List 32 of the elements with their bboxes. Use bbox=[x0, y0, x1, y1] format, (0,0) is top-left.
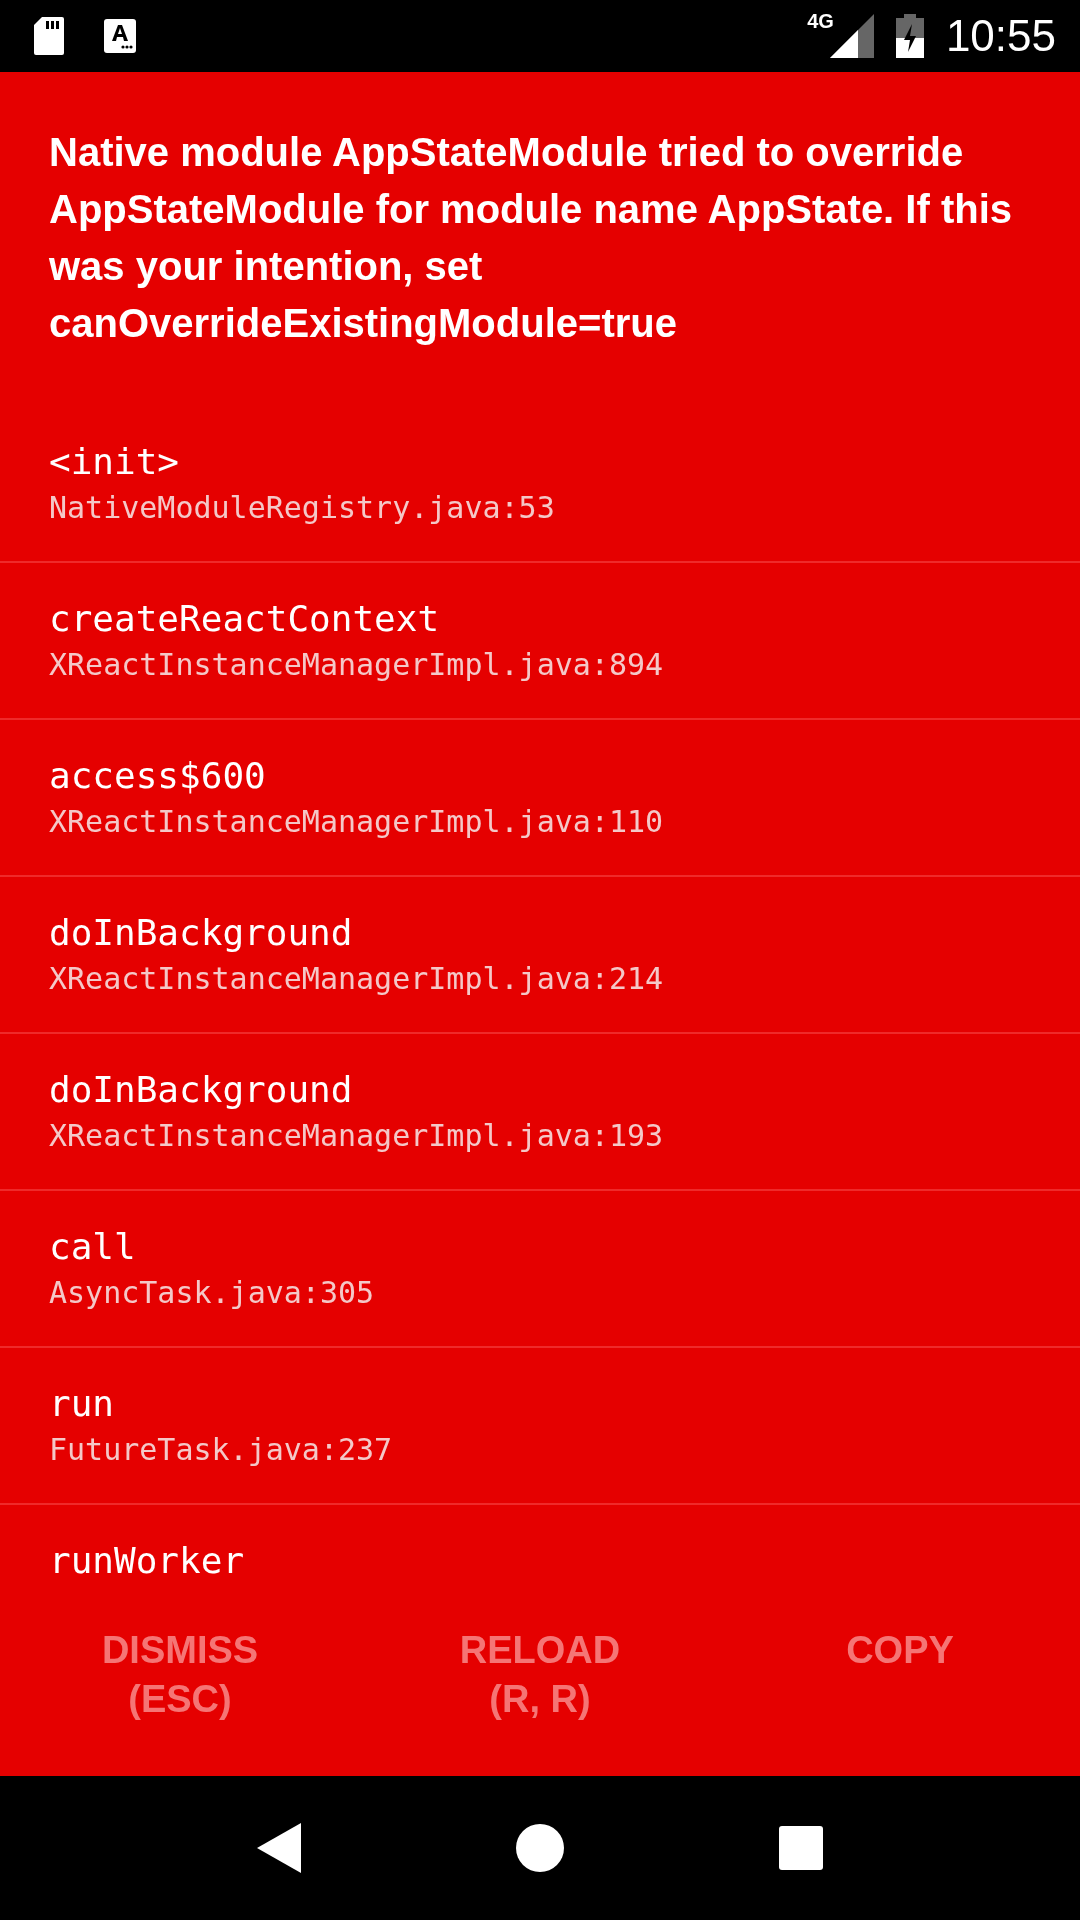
method-name: createReactContext bbox=[49, 597, 441, 641]
stack-frame[interactable]: run FutureTask.java:237 bbox=[0, 1348, 1080, 1505]
method-name: call bbox=[49, 1225, 137, 1269]
network-type: 4G bbox=[807, 10, 834, 33]
stack-frame[interactable]: <init> NativeModuleRegistry.java:53 bbox=[0, 406, 1080, 563]
error-message: Native module AppStateModule tried to override AppStateModule for module name AppState. If this was your intention, set canOverrideExistingModule=true bbox=[48, 129, 1013, 347]
recents-icon[interactable] bbox=[778, 1826, 823, 1870]
stack-frame[interactable]: access$600 XReactInstanceManagerImpl.java:110 bbox=[0, 720, 1080, 877]
stack-frame[interactable]: call AsyncTask.java:305 bbox=[0, 1191, 1080, 1348]
battery-icon bbox=[895, 14, 924, 58]
stack-frame[interactable]: doInBackground XReactInstanceManagerImpl.java:193 bbox=[0, 1034, 1080, 1191]
home-icon[interactable] bbox=[516, 1824, 564, 1872]
method-name: runWorker bbox=[49, 1539, 246, 1583]
method-name: run bbox=[49, 1382, 116, 1426]
stack-frame[interactable]: runWorker bbox=[0, 1505, 1080, 1590]
back-icon[interactable] bbox=[257, 1823, 302, 1873]
method-name: doInBackground bbox=[49, 1068, 354, 1112]
file-location: XReactInstanceManagerImpl.java:894 bbox=[49, 646, 665, 684]
method-name: doInBackground bbox=[49, 911, 354, 955]
file-location: XReactInstanceManagerImpl.java:110 bbox=[49, 803, 665, 841]
file-location: AsyncTask.java:305 bbox=[49, 1274, 376, 1312]
method-name: access$600 bbox=[49, 754, 267, 798]
stack-frame[interactable]: doInBackground XReactInstanceManagerImpl.java:214 bbox=[0, 877, 1080, 1034]
clock: 10:55 bbox=[945, 11, 1056, 61]
file-location: XReactInstanceManagerImpl.java:214 bbox=[49, 960, 665, 998]
file-location: NativeModuleRegistry.java:53 bbox=[49, 489, 556, 527]
keyboard-icon bbox=[104, 19, 136, 53]
file-location: XReactInstanceManagerImpl.java:193 bbox=[49, 1117, 665, 1155]
file-location: FutureTask.java:237 bbox=[49, 1431, 394, 1469]
method-name: <init> bbox=[49, 440, 181, 484]
sd-card-icon bbox=[34, 17, 64, 55]
stack-frame[interactable]: createReactContext XReactInstanceManagerImpl.java:894 bbox=[0, 563, 1080, 720]
